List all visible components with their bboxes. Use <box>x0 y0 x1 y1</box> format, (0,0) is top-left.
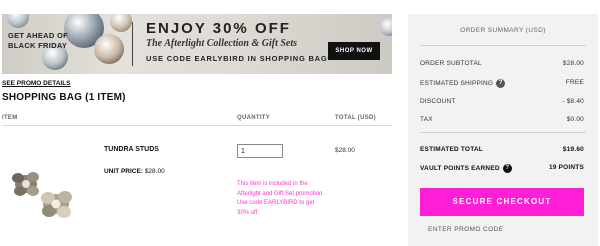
jewel-decor <box>380 18 392 36</box>
jewel-decor <box>94 34 124 64</box>
promo-banner[interactable]: GET AHEAD OF BLACK FRIDAY ENJOY 30% OFF … <box>2 14 392 74</box>
summary-divider <box>420 45 586 46</box>
summary-value: FREE <box>565 79 584 86</box>
summary-label: DISCOUNT <box>420 98 456 105</box>
shipping-label-text: ESTIMATED SHIPPING <box>420 80 494 88</box>
summary-value: - $8.40 <box>562 98 584 105</box>
banner-left-text: GET AHEAD OF BLACK FRIDAY <box>8 31 68 50</box>
page-title: SHOPPING BAG (1 ITEM) <box>2 92 126 103</box>
summary-divider <box>420 132 586 133</box>
summary-label: VAULT POINTS EARNED? <box>420 164 512 173</box>
column-header-quantity: QUANTITY <box>237 115 271 121</box>
banner-headline: ENJOY 30% OFF <box>146 20 291 37</box>
order-summary-title: ORDER SUMMARY (USD) <box>460 27 546 34</box>
jewel-decor <box>7 14 29 28</box>
line-total: $28.00 <box>335 147 355 154</box>
order-summary-panel: ORDER SUMMARY (USD) ORDER SUBTOTAL $28.0… <box>408 14 598 246</box>
header-divider <box>2 125 392 126</box>
vault-points-label-text: VAULT POINTS EARNED <box>420 165 500 173</box>
unit-price-label: UNIT PRICE: <box>104 168 143 175</box>
jewel-decor <box>110 14 132 32</box>
question-icon[interactable]: ? <box>496 79 506 88</box>
shop-now-button[interactable]: SHOP NOW <box>328 42 380 60</box>
summary-value: 19 POINTS <box>548 164 584 171</box>
summary-label: ESTIMATED SHIPPING? <box>420 79 506 88</box>
summary-label: ESTIMATED TOTAL <box>420 146 483 153</box>
question-icon[interactable]: ? <box>502 164 512 173</box>
column-header-total: TOTAL (USD) <box>335 115 376 121</box>
see-promo-details-link[interactable]: SEE PROMO DETAILS <box>2 80 71 87</box>
summary-value: $19.60 <box>562 146 584 153</box>
enter-promo-code-link[interactable]: ENTER PROMO CODE <box>428 226 503 233</box>
earring-product-image[interactable] <box>4 150 84 228</box>
secure-checkout-button[interactable]: SECURE CHECKOUT <box>420 188 584 216</box>
unit-price: UNIT PRICE: $28.00 <box>104 168 165 175</box>
banner-code-line: USE CODE EARLYBIRD IN SHOPPING BAG* <box>146 54 332 63</box>
banner-subhead: The Afterlight Collection & Gift Sets <box>146 38 298 49</box>
column-header-item: ITEM <box>2 115 18 121</box>
summary-label: ORDER SUBTOTAL <box>420 60 482 67</box>
summary-value: $28.00 <box>562 60 584 67</box>
promo-note: This item is included in the Afterlight … <box>237 181 325 216</box>
product-name[interactable]: TUNDRA STUDS <box>104 146 159 153</box>
summary-label: TAX <box>420 116 433 123</box>
unit-price-value: $28.00 <box>144 168 165 175</box>
banner-divider <box>132 22 133 66</box>
summary-value: $0.00 <box>566 116 584 123</box>
quantity-input[interactable] <box>237 144 283 158</box>
